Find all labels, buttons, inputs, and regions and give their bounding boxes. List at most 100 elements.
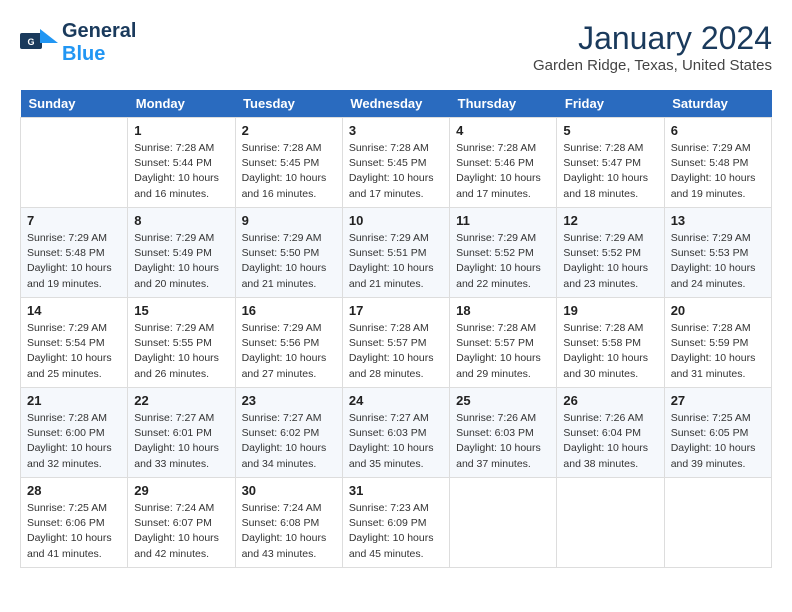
day-header-monday: Monday [128,90,235,118]
day-number: 18 [456,303,550,318]
day-info: Sunrise: 7:29 AM Sunset: 5:55 PM Dayligh… [134,321,228,382]
day-info: Sunrise: 7:27 AM Sunset: 6:03 PM Dayligh… [349,411,443,472]
day-info: Sunrise: 7:25 AM Sunset: 6:06 PM Dayligh… [27,501,121,562]
day-info: Sunrise: 7:25 AM Sunset: 6:05 PM Dayligh… [671,411,765,472]
day-info: Sunrise: 7:29 AM Sunset: 5:52 PM Dayligh… [456,231,550,292]
calendar-cell: 30 Sunrise: 7:24 AM Sunset: 6:08 PM Dayli… [235,478,342,568]
day-number: 4 [456,123,550,138]
calendar-week-row: 28 Sunrise: 7:25 AM Sunset: 6:06 PM Dayli… [21,478,772,568]
calendar-cell: 23 Sunrise: 7:27 AM Sunset: 6:02 PM Dayli… [235,388,342,478]
calendar-cell: 1 Sunrise: 7:28 AM Sunset: 5:44 PM Daylig… [128,118,235,208]
day-info: Sunrise: 7:28 AM Sunset: 5:44 PM Dayligh… [134,141,228,202]
location-subtitle: Garden Ridge, Texas, United States [533,57,772,74]
day-info: Sunrise: 7:28 AM Sunset: 5:46 PM Dayligh… [456,141,550,202]
day-number: 10 [349,213,443,228]
day-number: 24 [349,393,443,408]
calendar-cell: 19 Sunrise: 7:28 AM Sunset: 5:58 PM Dayli… [557,298,664,388]
calendar-cell: 20 Sunrise: 7:28 AM Sunset: 5:59 PM Dayli… [664,298,771,388]
day-number: 12 [563,213,657,228]
calendar-cell: 5 Sunrise: 7:28 AM Sunset: 5:47 PM Daylig… [557,118,664,208]
day-info: Sunrise: 7:29 AM Sunset: 5:50 PM Dayligh… [242,231,336,292]
calendar-cell: 9 Sunrise: 7:29 AM Sunset: 5:50 PM Daylig… [235,208,342,298]
day-info: Sunrise: 7:28 AM Sunset: 5:47 PM Dayligh… [563,141,657,202]
day-info: Sunrise: 7:29 AM Sunset: 5:48 PM Dayligh… [671,141,765,202]
calendar-cell: 17Sunrise: 7:28 AM Sunset: 5:57 PM Dayli… [342,298,449,388]
day-number: 30 [242,483,336,498]
calendar-cell: 3 Sunrise: 7:28 AM Sunset: 5:45 PM Daylig… [342,118,449,208]
day-number: 28 [27,483,121,498]
day-info: Sunrise: 7:27 AM Sunset: 6:02 PM Dayligh… [242,411,336,472]
calendar-cell: 10Sunrise: 7:29 AM Sunset: 5:51 PM Dayli… [342,208,449,298]
calendar-cell: 8 Sunrise: 7:29 AM Sunset: 5:49 PM Daylig… [128,208,235,298]
calendar-cell: 26 Sunrise: 7:26 AM Sunset: 6:04 PM Dayli… [557,388,664,478]
calendar-week-row: 7Sunrise: 7:29 AM Sunset: 5:48 PM Daylig… [21,208,772,298]
day-number: 17 [349,303,443,318]
calendar-week-row: 21Sunrise: 7:28 AM Sunset: 6:00 PM Dayli… [21,388,772,478]
calendar-cell [21,118,128,208]
day-info: Sunrise: 7:24 AM Sunset: 6:07 PM Dayligh… [134,501,228,562]
logo: G General Blue [20,20,136,66]
day-number: 2 [242,123,336,138]
svg-text:G: G [27,37,34,47]
day-info: Sunrise: 7:29 AM Sunset: 5:53 PM Dayligh… [671,231,765,292]
calendar-week-row: 14 Sunrise: 7:29 AM Sunset: 5:54 PM Dayli… [21,298,772,388]
day-number: 25 [456,393,550,408]
logo-text-general: General [62,20,136,42]
calendar-cell: 22 Sunrise: 7:27 AM Sunset: 6:01 PM Dayli… [128,388,235,478]
day-info: Sunrise: 7:23 AM Sunset: 6:09 PM Dayligh… [349,501,443,562]
day-number: 8 [134,213,228,228]
calendar-cell [664,478,771,568]
day-info: Sunrise: 7:29 AM Sunset: 5:56 PM Dayligh… [242,321,336,382]
day-number: 7 [27,213,121,228]
day-number: 11 [456,213,550,228]
day-number: 20 [671,303,765,318]
calendar-cell: 28 Sunrise: 7:25 AM Sunset: 6:06 PM Dayli… [21,478,128,568]
calendar-cell: 6Sunrise: 7:29 AM Sunset: 5:48 PM Daylig… [664,118,771,208]
day-info: Sunrise: 7:27 AM Sunset: 6:01 PM Dayligh… [134,411,228,472]
day-info: Sunrise: 7:28 AM Sunset: 5:45 PM Dayligh… [242,141,336,202]
day-number: 1 [134,123,228,138]
day-info: Sunrise: 7:29 AM Sunset: 5:49 PM Dayligh… [134,231,228,292]
day-info: Sunrise: 7:28 AM Sunset: 5:57 PM Dayligh… [456,321,550,382]
calendar-header-row: SundayMondayTuesdayWednesdayThursdayFrid… [21,90,772,118]
day-number: 27 [671,393,765,408]
calendar-cell: 13Sunrise: 7:29 AM Sunset: 5:53 PM Dayli… [664,208,771,298]
title-section: January 2024 Garden Ridge, Texas, United… [533,20,772,74]
day-info: Sunrise: 7:28 AM Sunset: 5:58 PM Dayligh… [563,321,657,382]
calendar-cell: 4 Sunrise: 7:28 AM Sunset: 5:46 PM Daylig… [450,118,557,208]
day-info: Sunrise: 7:24 AM Sunset: 6:08 PM Dayligh… [242,501,336,562]
day-info: Sunrise: 7:28 AM Sunset: 5:45 PM Dayligh… [349,141,443,202]
day-number: 26 [563,393,657,408]
month-year-title: January 2024 [533,20,772,57]
calendar-table: SundayMondayTuesdayWednesdayThursdayFrid… [20,90,772,568]
calendar-week-row: 1 Sunrise: 7:28 AM Sunset: 5:44 PM Daylig… [21,118,772,208]
calendar-cell: 18 Sunrise: 7:28 AM Sunset: 5:57 PM Dayli… [450,298,557,388]
day-number: 9 [242,213,336,228]
day-info: Sunrise: 7:26 AM Sunset: 6:04 PM Dayligh… [563,411,657,472]
calendar-cell: 24 Sunrise: 7:27 AM Sunset: 6:03 PM Dayli… [342,388,449,478]
day-info: Sunrise: 7:29 AM Sunset: 5:54 PM Dayligh… [27,321,121,382]
day-info: Sunrise: 7:29 AM Sunset: 5:52 PM Dayligh… [563,231,657,292]
calendar-cell [450,478,557,568]
day-info: Sunrise: 7:26 AM Sunset: 6:03 PM Dayligh… [456,411,550,472]
day-number: 22 [134,393,228,408]
day-number: 23 [242,393,336,408]
day-number: 31 [349,483,443,498]
calendar-cell: 7Sunrise: 7:29 AM Sunset: 5:48 PM Daylig… [21,208,128,298]
day-number: 19 [563,303,657,318]
calendar-cell: 2 Sunrise: 7:28 AM Sunset: 5:45 PM Daylig… [235,118,342,208]
day-number: 15 [134,303,228,318]
day-header-friday: Friday [557,90,664,118]
day-number: 14 [27,303,121,318]
day-header-sunday: Sunday [21,90,128,118]
day-number: 3 [349,123,443,138]
day-info: Sunrise: 7:28 AM Sunset: 5:59 PM Dayligh… [671,321,765,382]
day-number: 5 [563,123,657,138]
day-number: 16 [242,303,336,318]
day-header-wednesday: Wednesday [342,90,449,118]
logo-text-blue: Blue [62,43,105,65]
day-header-saturday: Saturday [664,90,771,118]
day-header-thursday: Thursday [450,90,557,118]
calendar-cell: 16 Sunrise: 7:29 AM Sunset: 5:56 PM Dayli… [235,298,342,388]
calendar-cell: 14 Sunrise: 7:29 AM Sunset: 5:54 PM Dayli… [21,298,128,388]
